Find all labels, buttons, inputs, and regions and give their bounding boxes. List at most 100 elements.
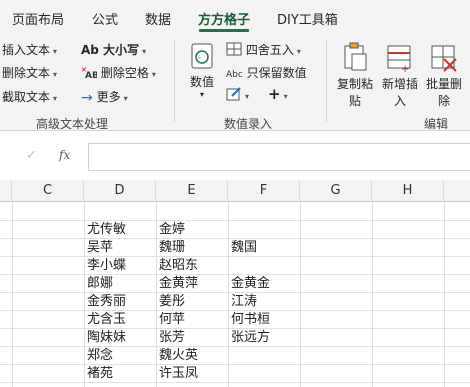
cell-e8[interactable]: 魏火英 — [156, 346, 198, 366]
cell-e2[interactable]: 魏珊 — [156, 238, 185, 258]
add-insert-button[interactable]: + 新增插 入 — [378, 42, 422, 109]
cell-e9[interactable]: 许玉凤 — [156, 364, 198, 384]
group-divider — [326, 40, 327, 122]
cell-d7[interactable]: 陶妹妹 — [84, 328, 126, 348]
chevron-down-icon: ▾ — [283, 92, 288, 101]
tab-diy-toolbox[interactable]: DIY工具箱 — [277, 9, 338, 28]
round-label: 四舍五入 — [245, 43, 294, 57]
chevron-down-icon: ▾ — [142, 47, 147, 56]
case-button[interactable]: Ab 大小写 ▾ — [81, 41, 146, 58]
cell-e3[interactable]: 赵昭东 — [156, 256, 198, 276]
copy-paste-button[interactable]: 复制粘 贴 — [333, 42, 377, 109]
delete-space-button[interactable]: ✕ AB 删除空格 ▾ — [81, 64, 156, 81]
grid-line — [12, 202, 13, 387]
keep-value-button[interactable]: Abc 只保留数值 — [226, 64, 307, 81]
fx-icon[interactable]: fx — [59, 148, 70, 162]
chevron-down-icon: ▾ — [296, 47, 301, 56]
value-icon: - — [190, 42, 218, 73]
ribbon-tab-bar: 页面布局 公式 数据 方方格子 DIY工具箱 — [0, 0, 470, 34]
cell-d2[interactable]: 吴苹 — [84, 238, 113, 258]
cell-f4[interactable]: 金黄金 — [228, 274, 270, 294]
cell-f6[interactable]: 何书桓 — [228, 310, 270, 330]
plus-icon: + — [268, 85, 281, 103]
grid-line — [372, 202, 373, 387]
chevron-down-icon: ▾ — [123, 94, 128, 103]
column-header-next — [444, 180, 470, 202]
cell-e5[interactable]: 姜彤 — [156, 292, 185, 312]
grid-line — [300, 202, 301, 387]
column-header-e[interactable]: E — [156, 180, 228, 202]
cell-e6[interactable]: 何苹 — [156, 310, 185, 330]
insert-rows-icon: + — [386, 42, 414, 75]
chevron-down-icon: ▾ — [53, 47, 58, 56]
spreadsheet-grid: C D E F G H 尤传敏 金婷 吴苹 魏珊 魏国 李小蝶 赵昭东 郎娜 金… — [0, 180, 470, 387]
copy-paste-label: 复制粘 — [336, 77, 373, 91]
tab-page-layout[interactable]: 页面布局 — [12, 9, 64, 28]
insert-text-button[interactable]: 插入文本 ▾ — [2, 41, 57, 58]
cell-d5[interactable]: 金秀丽 — [84, 292, 126, 312]
fill-button[interactable]: ▾ — [226, 87, 249, 104]
cut-text-button[interactable]: 截取文本 ▾ — [2, 88, 57, 105]
grid-line — [0, 382, 470, 383]
arrow-right-icon: → — [81, 89, 93, 106]
formula-input[interactable] — [88, 143, 470, 171]
column-header-g[interactable]: G — [300, 180, 372, 202]
chevron-down-icon: ▾ — [53, 70, 58, 79]
grid-line — [444, 202, 445, 387]
cell-d6[interactable]: 尤含玉 — [84, 310, 126, 330]
column-header-d[interactable]: D — [84, 180, 156, 202]
delete-space-label: 删除空格 — [100, 66, 149, 80]
svg-text:AB: AB — [85, 71, 97, 78]
active-tab-indicator — [199, 29, 249, 32]
cell-e4[interactable]: 金黄萍 — [156, 274, 198, 294]
plus-button[interactable]: + ▾ — [268, 85, 288, 103]
batch-delete-button[interactable]: 批量删 除 — [422, 42, 466, 109]
tab-formulas[interactable]: 公式 — [92, 9, 118, 28]
cell-d3[interactable]: 李小蝶 — [84, 256, 126, 276]
more-label: 更多 — [96, 90, 121, 104]
delete-space-icon: ✕ AB — [81, 66, 99, 81]
cell-e1[interactable]: 金婷 — [156, 220, 185, 240]
cell-d8[interactable]: 郑念 — [84, 346, 113, 366]
column-header-c[interactable]: C — [12, 180, 84, 202]
chevron-down-icon: ▾ — [245, 92, 250, 101]
value-label: 数值 — [189, 75, 214, 89]
abc-icon: Abc — [226, 70, 243, 80]
column-header-h[interactable]: H — [372, 180, 444, 202]
cell-d4[interactable]: 郎娜 — [84, 274, 113, 294]
batch-delete-label: 批量删 — [425, 77, 462, 91]
value-button[interactable]: - 数值 ▾ — [186, 42, 218, 104]
delete-text-label: 删除文本 — [2, 66, 51, 80]
row-header-corner — [0, 180, 12, 202]
numeric-group-label: 数值录入 — [224, 117, 273, 131]
chevron-down-icon: ▾ — [53, 94, 58, 103]
keep-value-label: 只保留数值 — [246, 66, 307, 80]
group-divider — [174, 40, 175, 122]
cut-text-label: 截取文本 — [2, 90, 51, 104]
cell-f5[interactable]: 江涛 — [228, 292, 257, 312]
round-icon — [226, 42, 242, 59]
column-header-f[interactable]: F — [228, 180, 300, 202]
tab-data[interactable]: 数据 — [145, 9, 171, 28]
clipboard-icon — [342, 42, 368, 75]
chevron-down-icon: ▾ — [199, 90, 204, 99]
tab-fangfang-gezi[interactable]: 方方格子 — [198, 9, 250, 28]
batch-delete-label-2: 除 — [437, 94, 450, 108]
grid-line — [0, 220, 470, 221]
text-group-label: 高级文本处理 — [36, 117, 109, 131]
cell-f7[interactable]: 张远方 — [228, 328, 270, 348]
round-button[interactable]: 四舍五入 ▾ — [226, 41, 301, 59]
svg-text:-: - — [198, 53, 201, 62]
cancel-icon[interactable]: ✓ — [26, 148, 37, 163]
cell-d9[interactable]: 褚苑 — [84, 364, 113, 384]
add-insert-label: 新增插 — [381, 77, 418, 91]
cell-f2[interactable]: 魏国 — [228, 238, 257, 258]
case-label: Ab 大小写 — [81, 43, 140, 57]
edit-cell-icon — [226, 87, 242, 104]
insert-text-label: 插入文本 — [2, 43, 51, 57]
cell-d1[interactable]: 尤传敏 — [84, 220, 126, 240]
chevron-down-icon: ▾ — [151, 70, 156, 79]
more-button[interactable]: → 更多 ▾ — [81, 88, 128, 106]
delete-text-button[interactable]: 删除文本 ▾ — [2, 64, 57, 81]
cell-e7[interactable]: 张芳 — [156, 328, 185, 348]
